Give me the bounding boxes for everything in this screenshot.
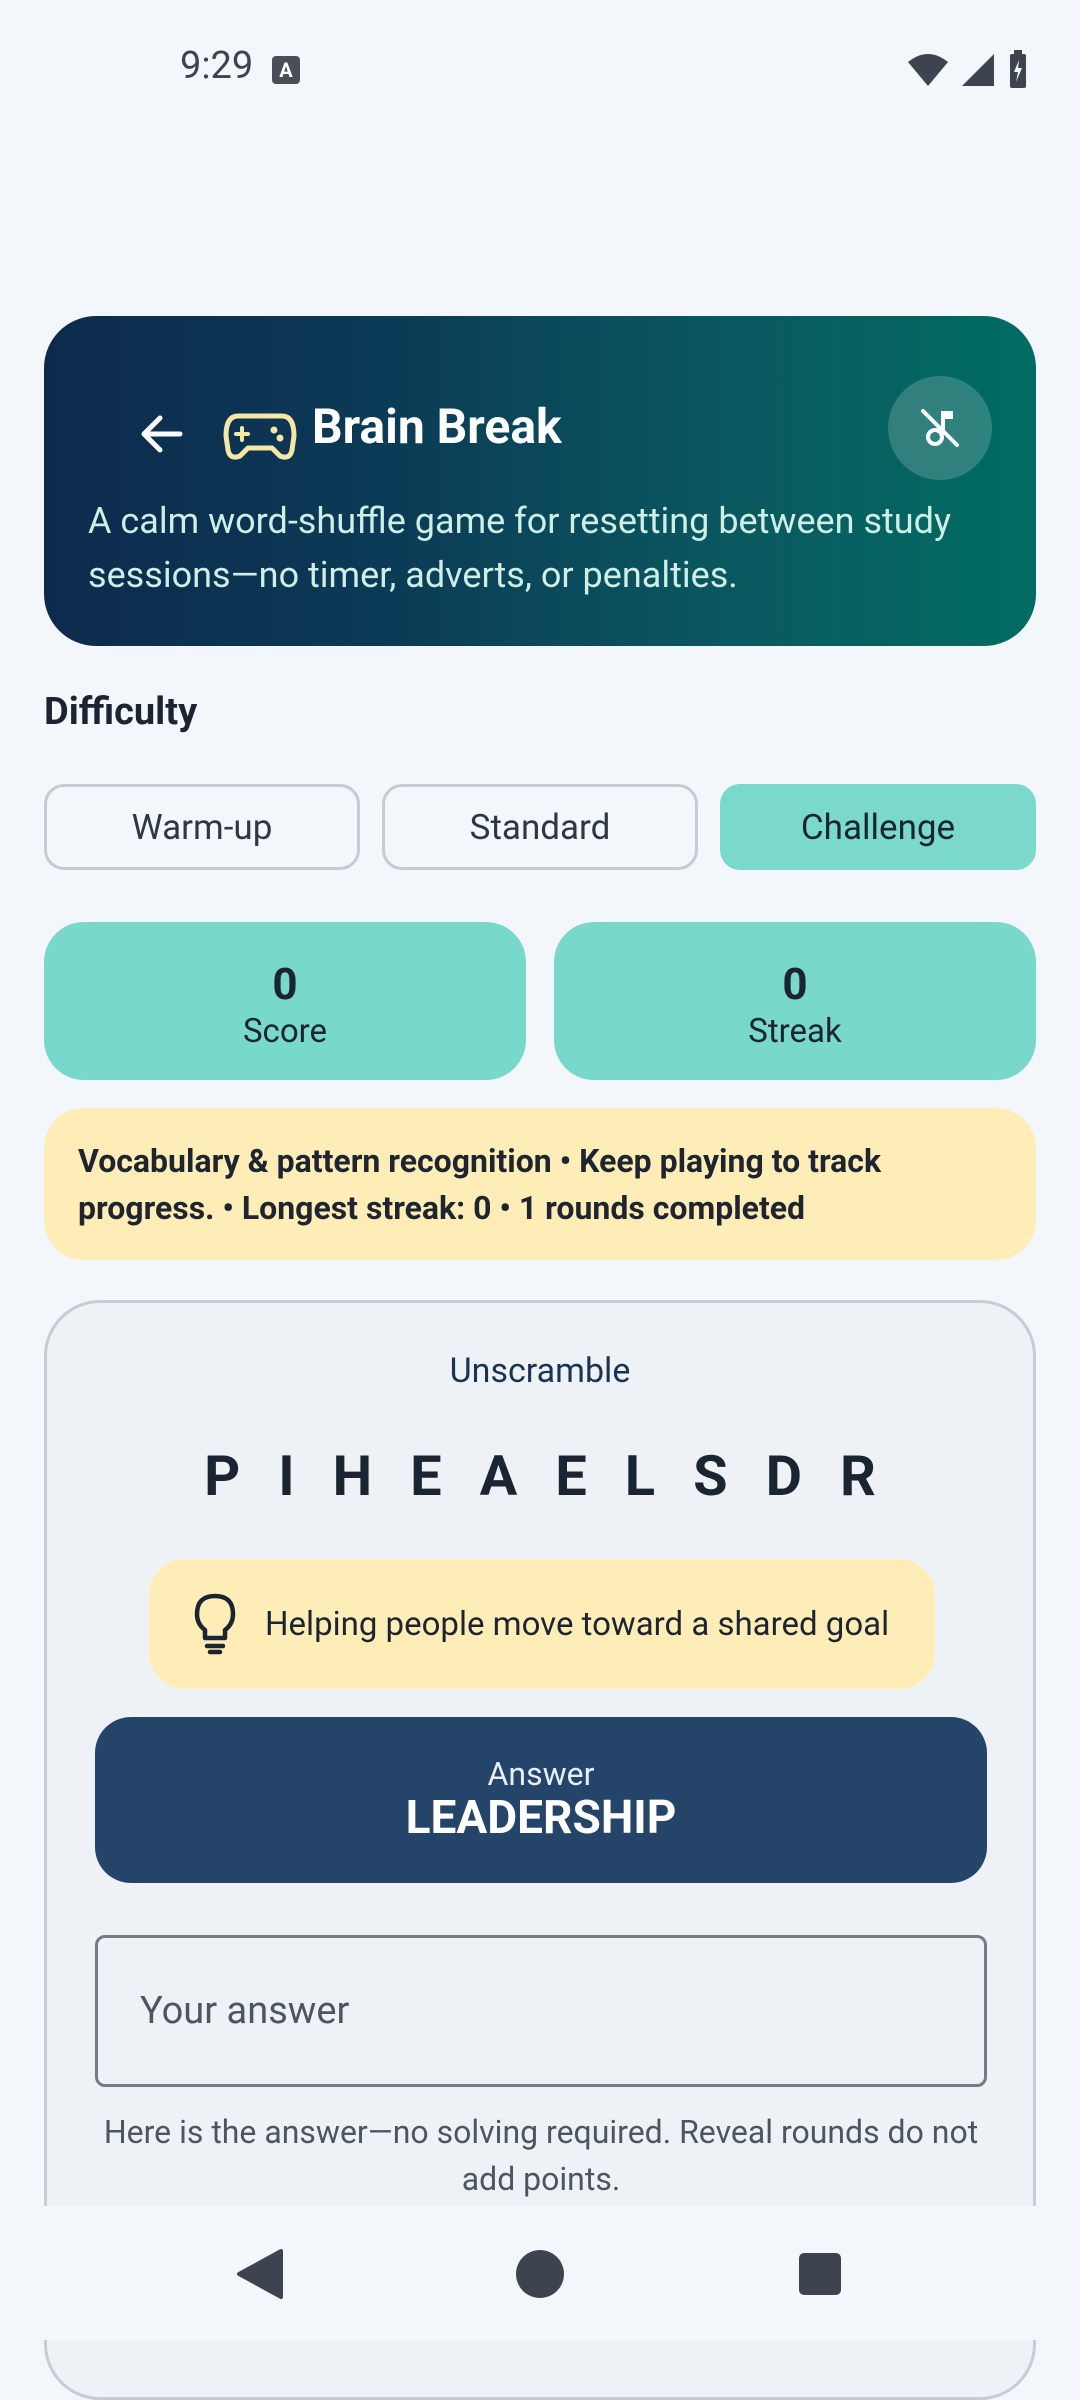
wifi-icon (908, 54, 948, 86)
reveal-note: Here is the answer—no solving required. … (103, 2113, 979, 2198)
home-circle-icon (516, 2250, 564, 2298)
notification-a-icon: A (272, 56, 300, 84)
battery-charging-icon (1010, 50, 1026, 88)
back-triangle-icon (237, 2249, 283, 2299)
score-label: Score (242, 1012, 328, 1051)
score-card: 0 Score (44, 922, 526, 1080)
difficulty-label: Difficulty (44, 690, 198, 734)
arrow-back-icon (141, 415, 183, 453)
hint-text: Helping people move toward a shared goal (265, 1604, 890, 1644)
nav-back-button[interactable] (230, 2244, 290, 2304)
gamepad-icon (223, 413, 297, 460)
streak-card: 0 Streak (554, 922, 1036, 1080)
streak-value: 0 (782, 958, 808, 1010)
hint-box: Helping people move toward a shared goal (149, 1559, 935, 1689)
streak-label: Streak (748, 1012, 842, 1051)
unscramble-label: Unscramble (449, 1351, 631, 1391)
header-card: Brain Break A calm word-shuffle game for… (44, 316, 1036, 646)
sound-toggle-button[interactable] (888, 376, 992, 480)
recents-square-icon (799, 2253, 841, 2295)
nav-home-button[interactable] (510, 2244, 570, 2304)
score-value: 0 (272, 958, 298, 1010)
header-description: A calm word-shuffle game for resetting b… (88, 500, 951, 596)
scrambled-word: PIHEAELSDR (204, 1443, 914, 1509)
nav-recents-button[interactable] (790, 2244, 850, 2304)
status-time: 9:29 (180, 44, 254, 88)
music-off-icon (921, 409, 959, 447)
answer-reveal-box: Answer LEADERSHIP (95, 1717, 987, 1883)
answer-value: LEADERSHIP (405, 1791, 677, 1845)
app-title: Brain Break (312, 398, 562, 455)
answer-input[interactable] (95, 1935, 987, 2087)
difficulty-standard-button[interactable]: Standard (382, 784, 698, 870)
cell-signal-icon (962, 54, 994, 86)
answer-label: Answer (487, 1755, 595, 1793)
difficulty-warm-up-button[interactable]: Warm-up (44, 784, 360, 870)
back-button[interactable] (122, 394, 202, 474)
progress-info-banner: Vocabulary & pattern recognition • Keep … (44, 1108, 1036, 1260)
system-nav-bar (0, 2206, 1080, 2340)
lightbulb-icon (194, 1593, 236, 1655)
status-bar: 9:29 A (0, 0, 1080, 140)
difficulty-challenge-button[interactable]: Challenge (720, 784, 1036, 870)
